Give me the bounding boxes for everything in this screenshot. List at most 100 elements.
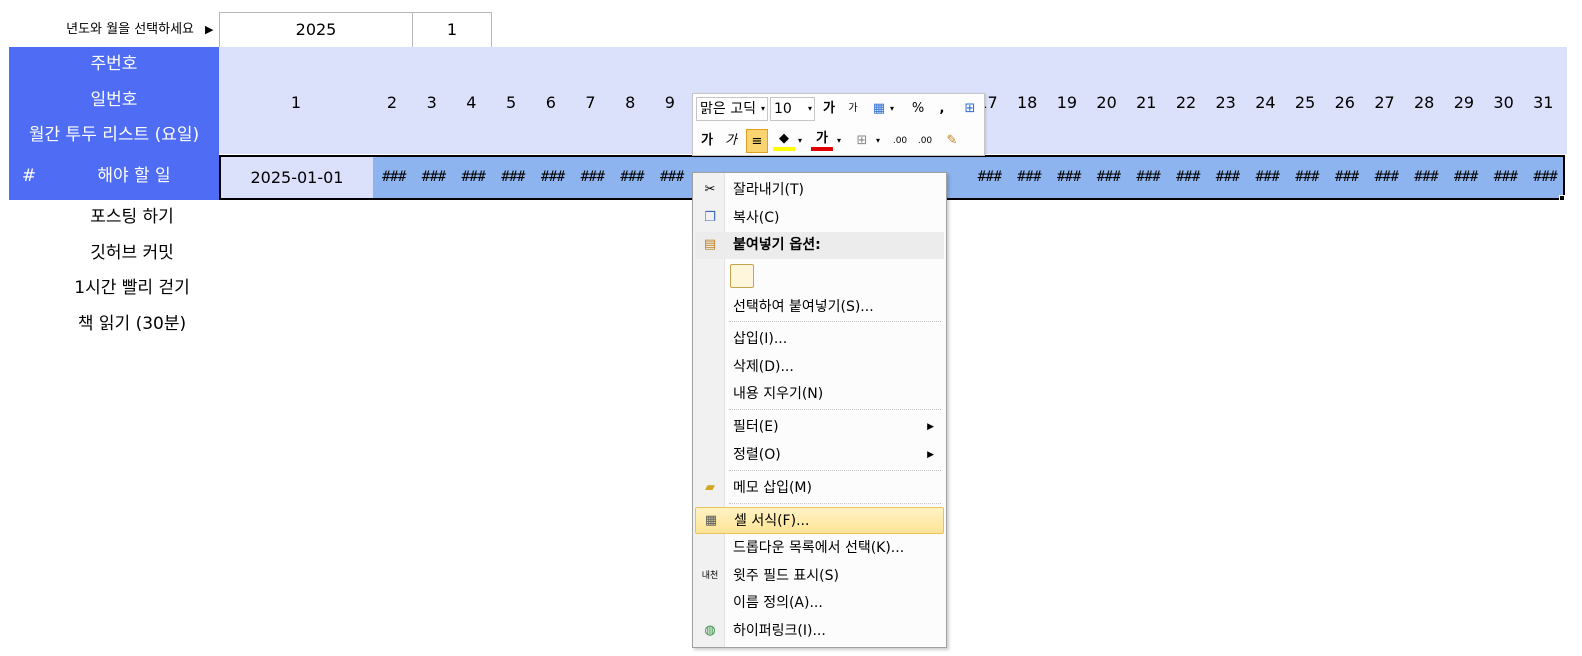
percent-style-icon[interactable]: % [907,97,929,121]
overflow-cell[interactable]: ### [1089,157,1129,198]
day-number-cell[interactable]: 19 [1047,86,1087,120]
paste-icon[interactable] [730,264,754,288]
date-cell[interactable]: 2025-01-01 [221,157,373,198]
shrink-font-icon[interactable]: 가 [842,97,864,121]
chevron-down-icon[interactable]: ▾ [887,97,897,121]
overflow-cell[interactable]: ### [533,157,573,198]
overflow-cell[interactable]: ### [970,157,1010,198]
comma-style-icon[interactable]: , [931,97,953,121]
submenu-arrow-icon: ▶ [927,450,934,460]
overflow-cell[interactable]: ### [1009,157,1049,198]
font-size-select[interactable]: 10 ▾ [770,97,815,121]
day-number-cell[interactable]: 23 [1206,86,1246,120]
overflow-cell[interactable]: ### [1049,157,1089,198]
format-painter-icon[interactable]: ✎ [941,129,963,153]
fill-color-icon[interactable]: ◆ [773,129,795,151]
week-number-label: 주번호 [90,54,138,74]
overflow-cell[interactable]: ### [652,157,692,198]
menu-item-hyperlink[interactable]: ◍ 하이퍼링크(I)... [695,618,944,645]
scissors-icon: ✂ [704,182,716,197]
menu-item-define-name[interactable]: 이름 정의(A)... [695,590,944,617]
overflow-cell[interactable]: ### [1406,157,1446,198]
overflow-cell[interactable]: ### [374,157,414,198]
menu-item-pick-from-dropdown[interactable]: 드롭다운 목록에서 선택(K)... [695,535,944,562]
day-number-cell[interactable]: 30 [1484,86,1524,120]
day-number-label: 일번호 [90,90,138,110]
day-number-cell[interactable]: 2 [372,86,412,120]
chevron-down-icon: ▾ [760,104,765,113]
increase-decimal-icon[interactable]: .00 [889,129,911,153]
overflow-cell[interactable]: ### [1367,157,1407,198]
overflow-cell[interactable]: ### [1168,157,1208,198]
menu-item-format-cells[interactable]: ▦ 셀 서식(F)... [695,507,944,534]
day-number-cell[interactable]: 27 [1365,86,1405,120]
grow-font-icon[interactable]: 가 [818,97,840,121]
chevron-down-icon[interactable]: ▾ [873,129,883,153]
menu-item-label: 정렬(O) [733,447,781,463]
merge-center-icon[interactable]: ⊞ [959,97,981,121]
day-number-cell[interactable]: 7 [571,86,611,120]
day-number-cell[interactable]: 6 [531,86,571,120]
menu-item-label: 선택하여 붙여넣기(S)... [733,299,874,315]
overflow-cell[interactable]: ### [453,157,493,198]
overflow-cell[interactable]: ### [1446,157,1486,198]
todo-item[interactable]: 깃허브 커밋 [9,236,255,270]
day-number-cell[interactable]: 9 [650,86,690,120]
overflow-cell[interactable]: ### [1247,157,1287,198]
todo-item[interactable]: 1시간 빨리 걷기 [9,271,255,305]
overflow-cell[interactable]: ### [1525,157,1565,198]
menu-item-phonetic-field[interactable]: 내천 윗주 필드 표시(S) [695,563,944,590]
menu-item-label: 내용 지우기(N) [733,386,824,402]
todo-item[interactable]: 포스팅 하기 [9,200,255,234]
overflow-cell[interactable]: ### [1287,157,1327,198]
menu-item-cut[interactable]: ✂ 잘라내기(T) [695,177,944,204]
bold-icon[interactable]: 가 [696,129,718,153]
day-number-cell[interactable]: 22 [1166,86,1206,120]
menu-item-label: 잘라내기(T) [733,182,804,198]
overflow-cell[interactable]: ### [1128,157,1168,198]
menu-item-filter[interactable]: 필터(E) ▶ [695,414,944,441]
menu-item-insert[interactable]: 삽입(I)... [695,326,944,353]
day-number-cell[interactable]: 28 [1404,86,1444,120]
fill-handle[interactable] [1559,195,1565,201]
day-number-cell[interactable]: 31 [1523,86,1563,120]
menu-item-insert-comment[interactable]: ▰ 메모 삽입(M) [695,475,944,502]
month-cell[interactable]: 1 [412,12,492,48]
menu-item-paste-special[interactable]: 선택하여 붙여넣기(S)... [695,294,944,321]
day-number-cell[interactable]: 1 [276,86,316,120]
todo-item[interactable]: 책 읽기 (30분) [9,307,255,341]
day-number-cell[interactable]: 29 [1444,86,1484,120]
font-color-icon[interactable]: 가 [811,129,833,151]
menu-item-label: 하이퍼링크(I)... [733,623,826,639]
overflow-cell[interactable]: ### [1486,157,1526,198]
borders-icon[interactable]: ⊞ [851,129,873,153]
menu-item-clear-contents[interactable]: 내용 지우기(N) [695,381,944,408]
day-number-cell[interactable]: 18 [1007,86,1047,120]
day-number-cell[interactable]: 20 [1087,86,1127,120]
day-number-cell[interactable]: 4 [451,86,491,120]
overflow-cell[interactable]: ### [1327,157,1367,198]
day-number-cell[interactable]: 5 [491,86,531,120]
menu-item-sort[interactable]: 정렬(O) ▶ [695,442,944,469]
decrease-decimal-icon[interactable]: .00 [914,129,936,153]
day-number-cell[interactable]: 26 [1325,86,1365,120]
overflow-cell[interactable]: ### [612,157,652,198]
year-cell[interactable]: 2025 [219,12,413,48]
day-number-cell[interactable]: 8 [610,86,650,120]
day-number-cell[interactable]: 3 [412,86,452,120]
day-number-cell[interactable]: 25 [1285,86,1325,120]
overflow-cell[interactable]: ### [1208,157,1248,198]
chevron-down-icon[interactable]: ▾ [834,129,844,153]
overflow-cell[interactable]: ### [493,157,533,198]
menu-separator [729,503,941,504]
font-name-select[interactable]: 맑은 고딕 ▾ [696,97,768,121]
italic-icon[interactable]: 가 [720,129,742,153]
menu-item-copy[interactable]: ❐ 복사(C) [695,205,944,232]
align-center-icon[interactable]: ≡ [746,129,768,153]
day-number-cell[interactable]: 24 [1245,86,1285,120]
day-number-cell[interactable]: 21 [1126,86,1166,120]
menu-item-delete[interactable]: 삭제(D)... [695,354,944,381]
overflow-cell[interactable]: ### [573,157,613,198]
chevron-down-icon[interactable]: ▾ [795,129,805,153]
overflow-cell[interactable]: ### [414,157,454,198]
